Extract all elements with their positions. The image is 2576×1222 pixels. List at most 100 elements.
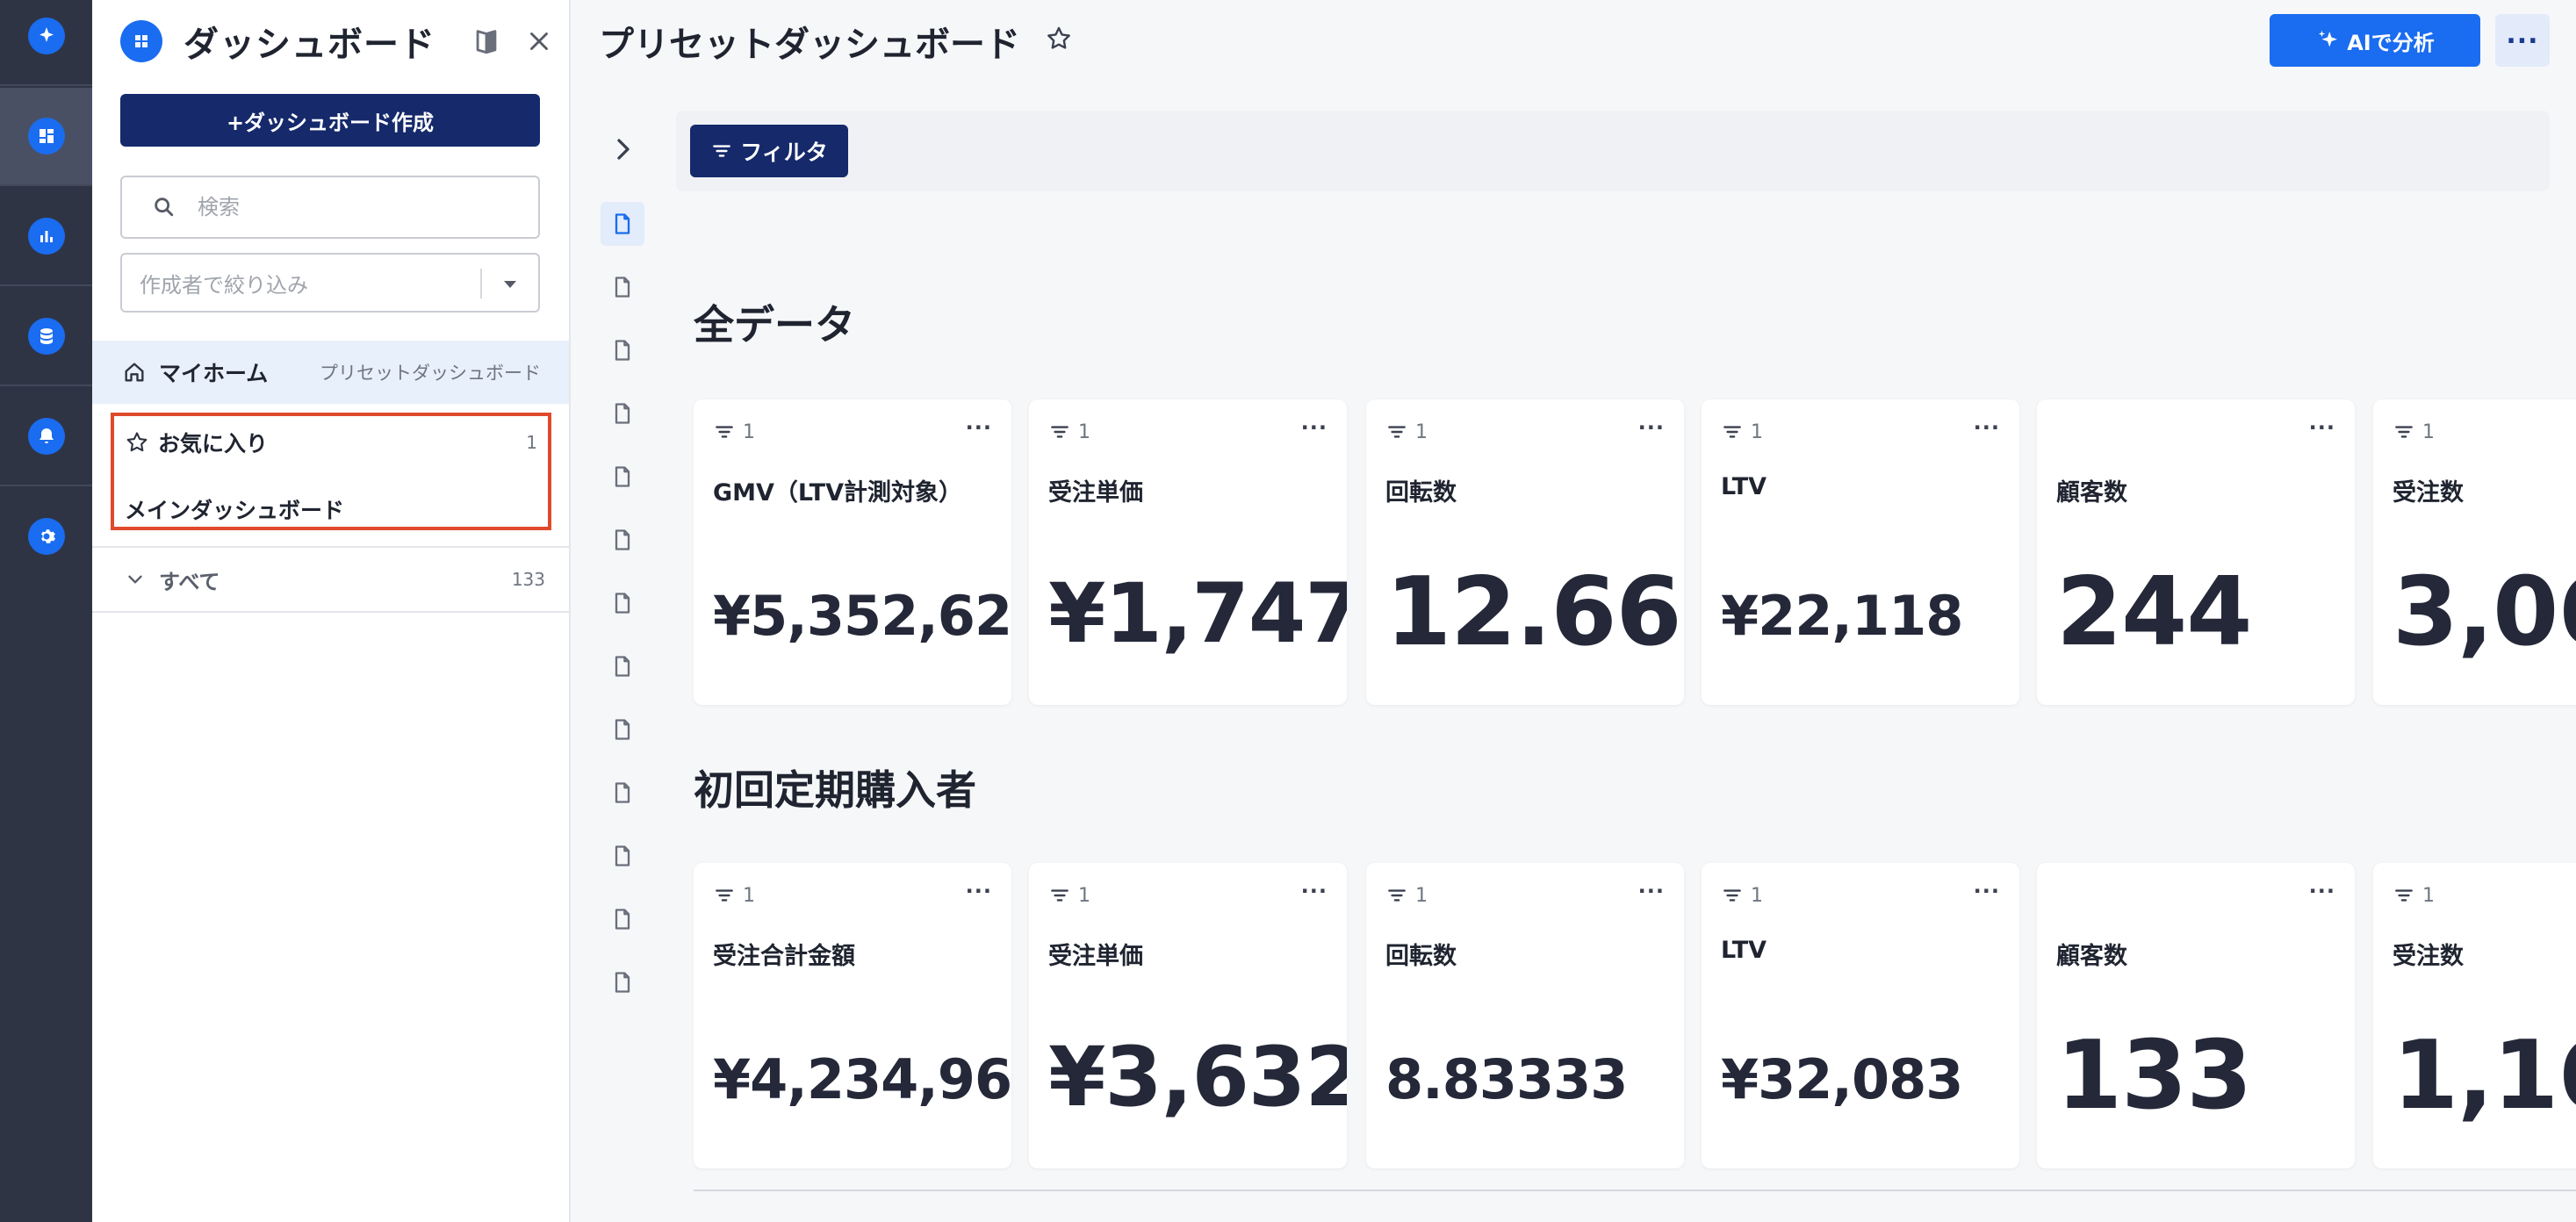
card-filter-badge[interactable]: 1 — [1048, 421, 1090, 443]
page-nav-item[interactable] — [601, 392, 644, 435]
page-nav-item[interactable] — [601, 202, 644, 246]
page-nav-item[interactable] — [601, 708, 644, 751]
favorite-dashboard-item[interactable]: メインダッシュボード — [125, 493, 344, 525]
dashboard-icon — [39, 129, 54, 143]
card-value: ¥1,747 — [1048, 566, 1347, 662]
card-value: ¥3,632 — [1048, 1030, 1347, 1125]
card-filter-badge[interactable]: 1 — [2393, 884, 2435, 907]
expand-pages-button[interactable] — [606, 132, 641, 167]
document-icon — [615, 845, 630, 866]
card-filter-badge[interactable]: 1 — [713, 884, 755, 907]
page-nav-item[interactable] — [601, 265, 644, 309]
card-filter-count: 1 — [1415, 421, 1428, 443]
metric-card[interactable]: 1···受注数1,16 — [2373, 863, 2576, 1168]
page-nav-item[interactable] — [601, 834, 644, 878]
left-rail — [0, 0, 92, 1222]
metric-card[interactable]: 1 ··· LTV ¥32,083 — [1702, 863, 2019, 1168]
metric-card[interactable]: 1 ··· GMV（LTV計測対象） ¥5,352,625 — [694, 399, 1011, 705]
card-filter-count: 1 — [1751, 884, 1763, 907]
favorites-section: お気に入り 1 メインダッシュボード — [111, 413, 551, 530]
my-home-item[interactable]: マイホーム プリセットダッシュボード — [92, 341, 569, 404]
search-input[interactable] — [198, 195, 514, 219]
card-filter-badge[interactable]: 1 — [1721, 421, 1763, 443]
create-dashboard-button[interactable]: +ダッシュボード作成 — [120, 94, 540, 147]
star-icon — [1047, 26, 1070, 49]
metric-card[interactable]: 1 ··· 回転数 12.66 — [1366, 399, 1684, 705]
card-title: 受注数 — [2393, 943, 2464, 970]
card-filter-badge[interactable]: 1 — [1048, 884, 1090, 907]
card-menu-button[interactable]: ··· — [1638, 879, 1665, 903]
metric-card[interactable]: 1 ··· 受注合計金額 ¥4,234,969 — [694, 863, 1011, 1168]
rail-alerts-button[interactable] — [0, 388, 92, 485]
card-menu-button[interactable]: ··· — [1974, 415, 2000, 440]
page-nav-item[interactable] — [601, 960, 644, 1004]
card-filter-badge[interactable]: 1 — [1385, 421, 1428, 443]
favorites-label: お気に入り — [158, 431, 269, 456]
ai-analysis-button[interactable]: AIで分析 — [2270, 14, 2480, 67]
card-menu-button[interactable]: ··· — [2309, 879, 2335, 903]
metric-card[interactable]: 1 ··· 回転数 8.83333 — [1366, 863, 1684, 1168]
card-menu-button[interactable]: ··· — [1974, 879, 2000, 903]
favorite-toggle-button[interactable] — [1045, 25, 1073, 53]
card-filter-badge[interactable]: 1 — [1385, 884, 1428, 907]
card-menu-button[interactable]: ··· — [966, 415, 992, 440]
card-title: 顧客数 — [2056, 943, 2127, 970]
page-nav-item[interactable] — [601, 897, 644, 941]
guide-button[interactable] — [471, 26, 501, 56]
card-title: 受注合計金額 — [713, 943, 855, 970]
my-home-label: マイホーム — [159, 361, 269, 386]
card-value: 244 — [2056, 557, 2252, 667]
filter-button[interactable]: フィルタ — [690, 125, 848, 177]
card-value: 133 — [2056, 1021, 2252, 1131]
card-filter-count: 1 — [2422, 421, 2435, 443]
card-filter-badge[interactable]: 1 — [713, 421, 755, 443]
close-panel-button[interactable] — [524, 26, 554, 56]
rail-data-button[interactable] — [0, 288, 92, 385]
rail-reports-button[interactable] — [0, 188, 92, 284]
page-nav-item[interactable] — [601, 328, 644, 372]
metric-card[interactable]: 1 ··· 受注単価 ¥1,747 — [1029, 399, 1347, 705]
card-value: ¥32,083 — [1721, 1047, 1963, 1111]
page-title: プリセットダッシュボード — [599, 25, 1020, 65]
card-value: 8.83333 — [1385, 1047, 1628, 1111]
card-value: ¥5,352,625 — [713, 584, 1011, 648]
card-title: 受注単価 — [1048, 943, 1143, 970]
close-icon — [530, 32, 548, 50]
metric-card[interactable]: ··· 顧客数 244 — [2037, 399, 2355, 705]
rail-dashboard-button[interactable] — [0, 88, 92, 184]
card-title: GMV（LTV計測対象） — [713, 479, 962, 507]
card-menu-button[interactable]: ··· — [1638, 415, 1665, 440]
more-options-button[interactable]: ... — [2495, 14, 2550, 67]
card-menu-button[interactable]: ··· — [1301, 415, 1328, 440]
metric-card[interactable]: 1 ··· LTV ¥22,118 — [1702, 399, 2019, 705]
all-dashboards-toggle[interactable]: すべて 133 — [124, 562, 545, 597]
metric-card[interactable]: 1 ··· 受注単価 ¥3,632 — [1029, 863, 1347, 1168]
page-nav-item[interactable] — [601, 644, 644, 688]
page-nav-item[interactable] — [601, 455, 644, 499]
favorites-header[interactable]: お気に入り 1 — [125, 425, 537, 460]
metric-card[interactable]: ··· 顧客数 133 — [2037, 863, 2355, 1168]
page-nav-item[interactable] — [601, 581, 644, 625]
card-menu-button[interactable]: ··· — [966, 879, 992, 903]
card-filter-badge[interactable]: 1 — [1721, 884, 1763, 907]
search-field[interactable] — [120, 176, 540, 239]
database-icon — [40, 328, 53, 344]
card-menu-button[interactable]: ··· — [1301, 879, 1328, 903]
page-nav-item[interactable] — [601, 771, 644, 815]
card-filter-count: 1 — [1078, 421, 1090, 443]
card-title: 顧客数 — [2056, 479, 2127, 507]
card-title: LTV — [1721, 473, 1767, 500]
document-icon — [615, 719, 630, 740]
author-filter-select[interactable]: 作成者で絞り込み — [120, 253, 540, 313]
card-menu-button[interactable]: ··· — [2309, 415, 2335, 440]
rail-settings-button[interactable] — [0, 488, 92, 585]
page-nav-item[interactable] — [601, 518, 644, 562]
document-icon — [615, 213, 630, 234]
card-filter-badge[interactable]: 1 — [2393, 421, 2435, 443]
card-value: ¥22,118 — [1721, 584, 1963, 648]
card-filter-count: 1 — [743, 421, 755, 443]
document-icon — [615, 277, 630, 298]
ai-assistant-button[interactable] — [0, 0, 92, 84]
ai-sparkle-icon — [2318, 30, 2338, 47]
metric-card[interactable]: 1···受注数3,06 — [2373, 399, 2576, 705]
